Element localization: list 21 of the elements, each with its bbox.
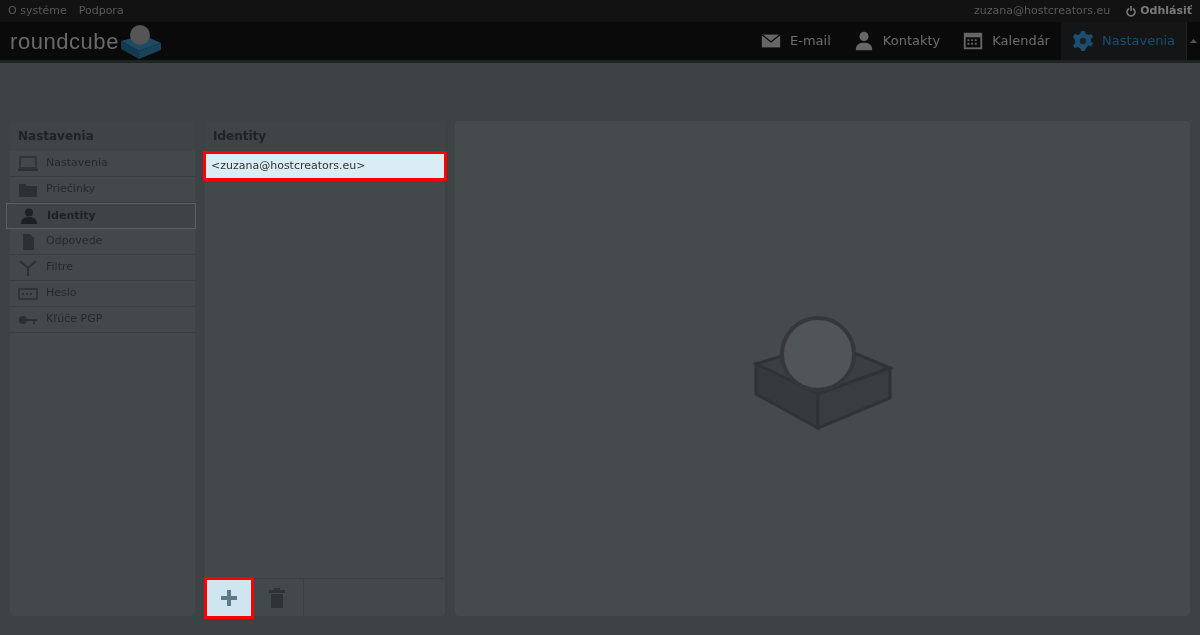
power-icon [1126,5,1137,17]
calendar-icon [962,30,985,52]
filter-icon [18,259,38,276]
nav-tab[interactable]: Nastavenia [1060,22,1186,60]
gear-icon [1071,30,1094,52]
laptop-icon [18,155,38,172]
nav-tab[interactable]: Kontakty [841,22,952,60]
password-icon [18,285,38,302]
user-email: zuzana@hostcreators.eu [974,2,1111,19]
email-address-row[interactable]: <zuzana@hostcreators.eu> [205,153,445,179]
logout-button[interactable]: Odhlásiť [1126,2,1192,20]
top-link[interactable]: Podpora [78,2,124,20]
top-link[interactable]: O systéme [8,2,67,20]
nav-tab[interactable]: Kalendár [951,22,1061,60]
caret-icon [1190,39,1197,43]
person-icon [19,208,39,224]
plus-icon [221,589,237,606]
nav-tab[interactable]: E-mail [749,22,842,60]
folder-icon [18,181,38,198]
add-button[interactable] [207,579,251,616]
logo-text: roundcube [10,27,119,56]
